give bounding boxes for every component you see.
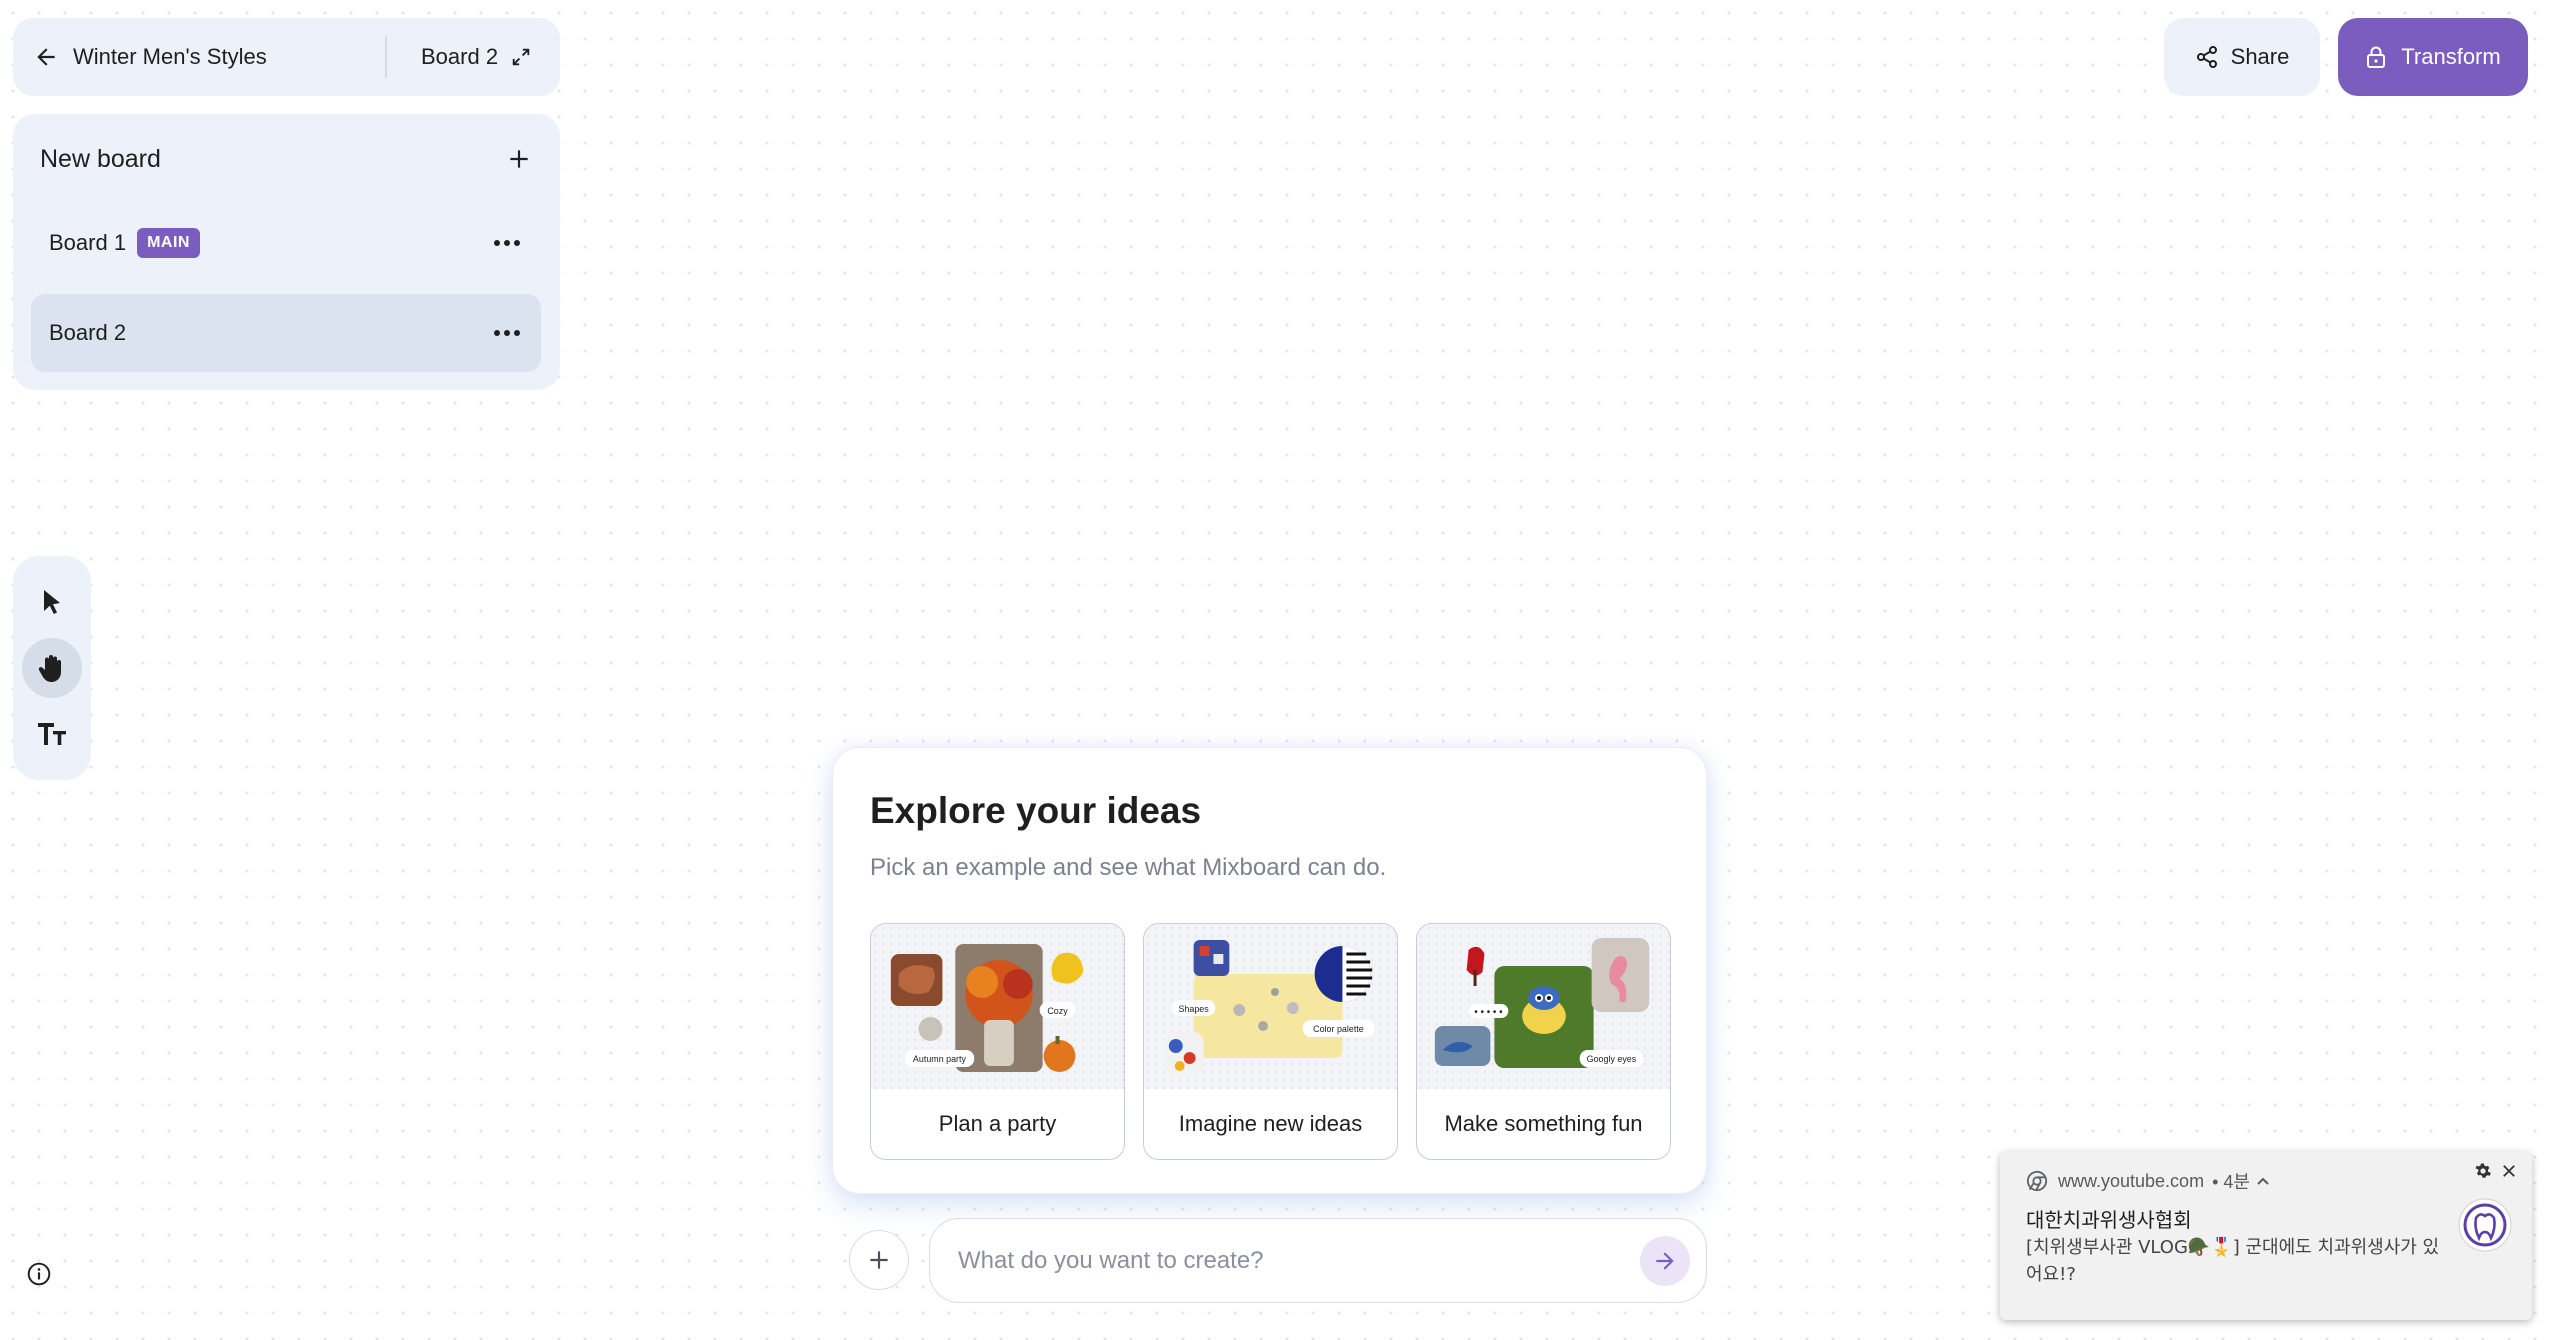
close-icon[interactable] xyxy=(2500,1162,2518,1180)
plus-icon xyxy=(866,1247,892,1273)
new-board-label: New board xyxy=(40,144,161,173)
board-item-board-1[interactable]: Board 1 MAIN xyxy=(31,204,541,282)
example-make-something-fun[interactable]: • • • • • Googly eyes Make something fun xyxy=(1416,923,1671,1160)
chevron-up-icon[interactable] xyxy=(2256,1176,2270,1186)
prompt-input[interactable] xyxy=(956,1239,1600,1283)
browser-notification[interactable]: www.youtube.com • 4분 대한치과위생사협회 [치위생부사관 V… xyxy=(2000,1152,2532,1320)
example-plan-a-party[interactable]: Cozy Autumn party Plan a party xyxy=(870,923,1125,1160)
explore-ideas-card: Explore your ideas Pick an example and s… xyxy=(832,747,1707,1194)
svg-text:• • • • •: • • • • • xyxy=(1474,1007,1503,1018)
channel-avatar xyxy=(2458,1198,2512,1252)
add-media-button[interactable] xyxy=(849,1230,909,1290)
board-item-board-2[interactable]: Board 2 xyxy=(31,294,541,372)
new-board-button[interactable]: New board xyxy=(13,114,560,204)
example-label: Make something fun xyxy=(1444,1111,1643,1136)
board-name: Board 2 xyxy=(49,320,127,345)
expand-icon xyxy=(510,46,532,68)
gear-icon[interactable] xyxy=(2474,1162,2492,1180)
example-tag: Color palette xyxy=(1313,1024,1364,1034)
more-options-icon[interactable] xyxy=(493,239,521,247)
example-tag: Shapes xyxy=(1178,1004,1209,1014)
explore-title: Explore your ideas xyxy=(870,790,1202,831)
example-tag: Cozy xyxy=(1047,1006,1068,1016)
share-icon xyxy=(2195,45,2219,69)
send-button[interactable] xyxy=(1640,1236,1690,1286)
notification-site: www.youtube.com xyxy=(2058,1170,2205,1191)
notification-time: • 4분 xyxy=(2212,1172,2250,1192)
text-size-icon xyxy=(36,721,68,747)
cursor-arrow-icon xyxy=(39,587,65,617)
current-board-label: Board 2 xyxy=(421,44,499,69)
pan-tool-button[interactable] xyxy=(22,638,82,698)
text-tool-button[interactable] xyxy=(22,704,82,764)
example-label: Plan a party xyxy=(938,1111,1057,1136)
main-badge: MAIN xyxy=(137,228,200,258)
tool-rail xyxy=(13,556,91,780)
board-name: Board 1 xyxy=(49,230,127,255)
project-title: Winter Men's Styles xyxy=(73,44,267,69)
info-button[interactable] xyxy=(23,1258,55,1290)
transform-label: Transform xyxy=(2401,44,2501,69)
info-icon xyxy=(26,1261,52,1287)
boards-panel: New board Board 1 MAIN Board 2 xyxy=(13,114,560,390)
example-thumbnail: Shapes Color palette xyxy=(1144,924,1397,1089)
notification-title: 대한치과위생사협회 xyxy=(2026,1208,2192,1232)
example-tag: Googly eyes xyxy=(1587,1054,1637,1064)
more-options-icon[interactable] xyxy=(493,329,521,337)
example-tag: Autumn party xyxy=(913,1054,967,1064)
hand-icon xyxy=(35,651,69,685)
prompt-box xyxy=(929,1218,1707,1303)
plus-icon xyxy=(506,146,532,172)
back-button[interactable]: Winter Men's Styles xyxy=(13,18,385,96)
share-button[interactable]: Share xyxy=(2164,18,2320,96)
arrow-right-icon xyxy=(1652,1248,1678,1274)
share-label: Share xyxy=(2230,44,2290,69)
chrome-icon xyxy=(2026,1170,2048,1192)
example-label: Imagine new ideas xyxy=(1178,1111,1363,1136)
select-tool-button[interactable] xyxy=(22,572,82,632)
notification-body: [치위생부사관 VLOG🪖🎖️] 군대에도 치과위생사가 있어요!? xyxy=(2026,1237,2440,1285)
transform-button[interactable]: Transform xyxy=(2338,18,2528,96)
arrow-left-icon xyxy=(33,44,59,70)
project-header: Winter Men's Styles Board 2 xyxy=(13,18,560,96)
lock-icon xyxy=(2365,45,2387,69)
example-thumbnail: Cozy Autumn party xyxy=(871,924,1124,1089)
example-thumbnail: • • • • • Googly eyes xyxy=(1417,924,1670,1089)
explore-subtitle: Pick an example and see what Mixboard ca… xyxy=(870,854,1387,881)
notification-header: www.youtube.com • 4분 xyxy=(2026,1168,2270,1194)
example-imagine-new-ideas[interactable]: Shapes Color palette Imagine new ideas xyxy=(1143,923,1398,1160)
board-switcher-button[interactable]: Board 2 xyxy=(387,18,532,96)
